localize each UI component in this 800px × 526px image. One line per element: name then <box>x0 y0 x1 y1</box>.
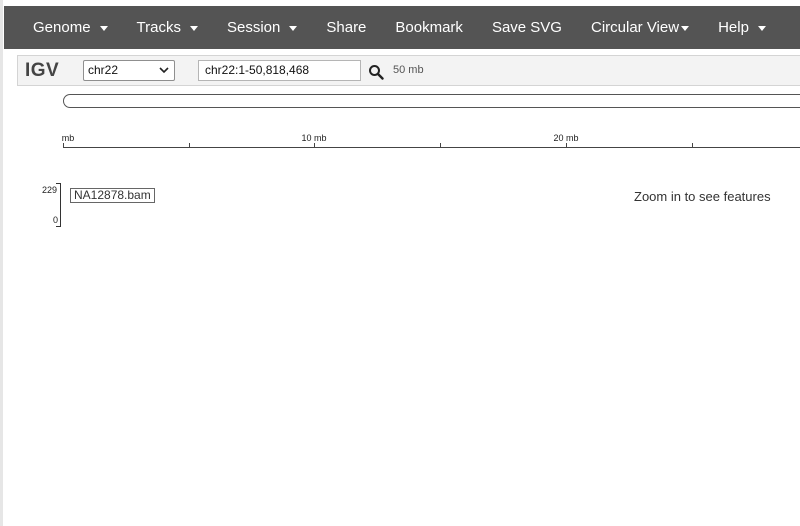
nav-bookmark-label: Bookmark <box>395 19 463 36</box>
nav-bookmark-button[interactable]: Bookmark <box>395 19 463 36</box>
window-size-label: 50 mb <box>393 64 424 76</box>
igv-logo: IGV <box>25 60 60 81</box>
caret-down-icon <box>190 25 198 31</box>
ruler-label: 20 mb <box>553 133 579 143</box>
nav-genome-menu[interactable]: Genome <box>33 19 108 36</box>
ruler-track: mb 10 mb 20 mb <box>61 130 800 152</box>
nav-circular-view-menu[interactable]: Circular View <box>590 19 690 36</box>
ruler-tick <box>692 143 693 148</box>
window-left-border <box>0 0 3 526</box>
ruler-tick <box>566 143 567 148</box>
nav-save-svg-button[interactable]: Save SVG <box>492 19 562 36</box>
ruler-label: 10 mb <box>301 133 327 143</box>
top-navbar: Genome Tracks Session Share Bookmark Sav… <box>4 6 800 49</box>
chromosome-select[interactable]: chr22 <box>83 60 175 81</box>
igv-app: Genome Tracks Session Share Bookmark Sav… <box>0 0 800 526</box>
zoom-in-message: Zoom in to see features <box>634 189 771 204</box>
locus-search-input[interactable]: chr22:1-50,818,468 <box>198 60 361 81</box>
nav-help-label: Help <box>718 19 749 36</box>
track-scale-bracket <box>56 183 61 227</box>
caret-down-icon <box>681 25 690 31</box>
nav-genome-label: Genome <box>33 19 91 36</box>
caret-down-icon <box>99 25 108 31</box>
ruler-tick <box>314 143 315 148</box>
ruler-tick <box>189 143 190 148</box>
nav-tracks-menu[interactable]: Tracks <box>137 19 198 36</box>
nav-share-label: Share <box>326 19 367 36</box>
nav-session-menu[interactable]: Session <box>227 19 298 36</box>
nav-share-button[interactable]: Share <box>326 19 366 36</box>
caret-down-icon <box>757 25 766 31</box>
search-icon[interactable] <box>368 64 384 80</box>
chevron-down-icon <box>159 67 169 74</box>
ruler-axis-line <box>63 147 800 148</box>
nav-save-svg-label: Save SVG <box>491 19 562 36</box>
ruler-tick <box>63 143 64 148</box>
track-scale-max: 229 <box>42 185 58 195</box>
ruler-tick <box>440 143 441 148</box>
nav-help-menu[interactable]: Help <box>718 19 766 36</box>
nav-circular-view-label: Circular View <box>590 19 680 36</box>
igv-toolbar: IGV chr22 chr22:1-50,818,468 50 mb <box>17 55 800 86</box>
track-name-label[interactable]: NA12878.bam <box>70 188 155 203</box>
nav-session-label: Session <box>227 19 281 36</box>
caret-down-icon <box>289 25 298 31</box>
nav-tracks-label: Tracks <box>136 19 181 36</box>
chromosome-select-value: chr22 <box>88 63 119 77</box>
chromosome-ideogram[interactable] <box>63 94 800 108</box>
ruler-label: mb <box>61 133 75 143</box>
